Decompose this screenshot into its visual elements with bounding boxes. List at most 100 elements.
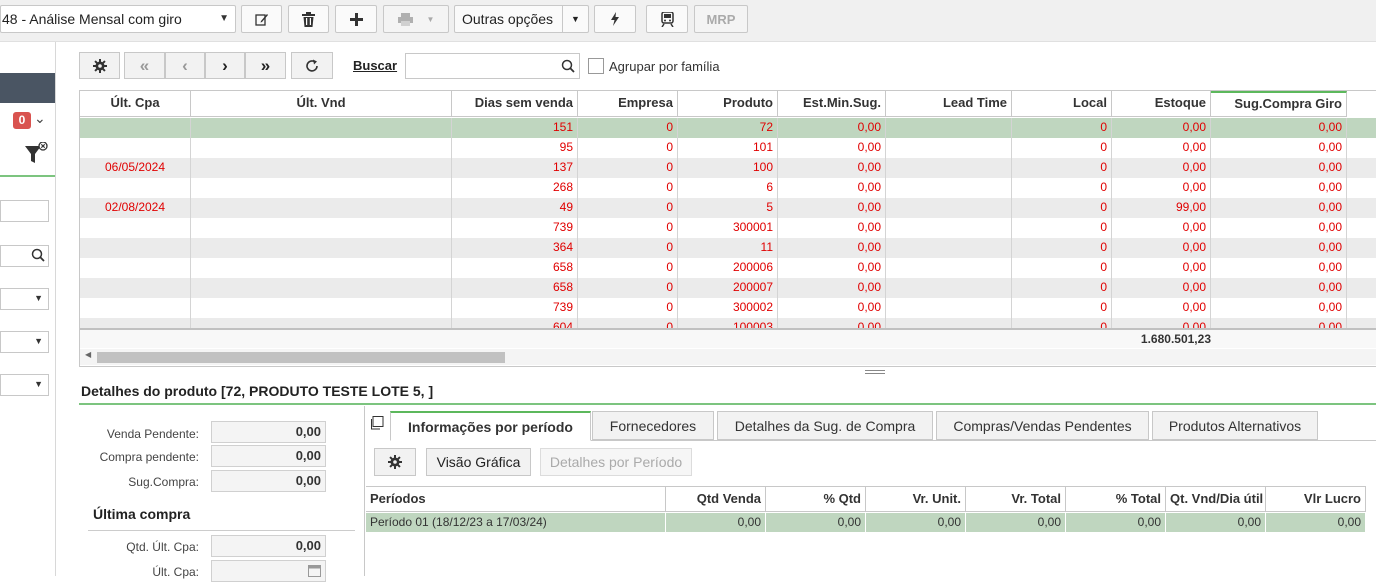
tab-pending-orders[interactable]: Compras/Vendas Pendentes xyxy=(936,411,1149,440)
delete-button[interactable] xyxy=(288,5,329,33)
copy-icon[interactable] xyxy=(369,416,384,431)
column-header[interactable]: Estoque xyxy=(1112,91,1211,117)
table-row[interactable]: 06/05/2024 137 0 100 0,00 0 0,00 0,00 xyxy=(80,158,1376,178)
edit-icon xyxy=(254,14,268,26)
panel-splitter[interactable] xyxy=(79,366,1376,378)
table-cell: 0,00 xyxy=(1112,318,1211,328)
filter-search-field[interactable] xyxy=(0,245,49,267)
add-button[interactable] xyxy=(335,5,377,33)
search-icon[interactable] xyxy=(561,59,575,73)
filter-text-field[interactable] xyxy=(0,200,49,222)
column-header[interactable]: % Qtd xyxy=(766,487,866,512)
table-row[interactable]: 604 0 100003 0,00 0 0,00 0,00 xyxy=(80,318,1376,328)
column-header[interactable]: Dias sem venda xyxy=(452,91,578,117)
table-cell: 200006 xyxy=(678,258,778,278)
chevron-down-icon: ▼ xyxy=(219,13,229,24)
horizontal-scrollbar[interactable]: ◀ xyxy=(80,349,1376,365)
mrp-button[interactable]: MRP xyxy=(694,5,748,33)
table-cell: 658 xyxy=(452,278,578,298)
table-cell: 72 xyxy=(678,118,778,138)
table-cell: 0,00 xyxy=(1112,118,1211,138)
table-cell: 0 xyxy=(578,258,678,278)
column-header[interactable]: Empresa xyxy=(578,91,678,117)
other-options-button[interactable]: Outras opções ▼ xyxy=(454,5,589,33)
table-cell xyxy=(191,118,452,138)
column-header[interactable]: Local xyxy=(1012,91,1112,117)
train-button[interactable] xyxy=(646,5,688,33)
period-details-button[interactable]: Detalhes por Período xyxy=(540,448,692,476)
column-header[interactable]: % Total xyxy=(1066,487,1166,512)
scrollbar-thumb[interactable] xyxy=(97,352,505,363)
table-cell xyxy=(191,178,452,198)
view-select[interactable]: 48 - Análise Mensal com giro ▼ xyxy=(0,5,236,33)
grid-settings-button[interactable] xyxy=(79,52,120,79)
last-purchase-date-field[interactable] xyxy=(211,560,326,582)
chart-view-button[interactable]: Visão Gráfica xyxy=(426,448,531,476)
pending-purchase-field[interactable]: 0,00 xyxy=(211,445,326,467)
table-row[interactable]: 02/08/2024 49 0 5 0,00 0 99,00 0,00 xyxy=(80,198,1376,218)
calendar-icon[interactable] xyxy=(308,564,321,577)
column-header[interactable]: Vlr Lucro xyxy=(1266,487,1366,512)
table-row[interactable]: 658 0 200007 0,00 0 0,00 0,00 xyxy=(80,278,1376,298)
column-header[interactable]: Lead Time xyxy=(886,91,1012,117)
tab-suppliers[interactable]: Fornecedores xyxy=(592,411,714,440)
column-header[interactable]: Últ. Vnd xyxy=(191,91,452,117)
table-row[interactable]: 268 0 6 0,00 0 0,00 0,00 xyxy=(80,178,1376,198)
next-page-button[interactable]: › xyxy=(205,52,245,79)
column-header[interactable]: Vr. Unit. xyxy=(866,487,966,512)
table-cell xyxy=(886,238,1012,258)
table-row[interactable]: 739 0 300001 0,00 0 0,00 0,00 xyxy=(80,218,1376,238)
period-settings-button[interactable] xyxy=(374,448,416,476)
table-cell xyxy=(191,218,452,238)
printer-icon xyxy=(397,12,413,26)
filter-icon[interactable] xyxy=(24,141,48,171)
table-cell xyxy=(1347,258,1376,278)
grid-search-input[interactable] xyxy=(405,53,580,79)
tab-period-info[interactable]: Informações por período xyxy=(390,411,591,441)
table-cell xyxy=(1347,278,1376,298)
column-header[interactable]: Últ. Cpa xyxy=(80,91,191,117)
table-row[interactable]: 739 0 300002 0,00 0 0,00 0,00 xyxy=(80,298,1376,318)
splitter-grip-icon[interactable] xyxy=(865,370,885,374)
chevron-down-icon[interactable]: ⌄ xyxy=(34,110,46,127)
refresh-button[interactable] xyxy=(291,52,333,79)
pending-sale-field[interactable]: 0,00 xyxy=(211,421,326,443)
filter-select-1[interactable]: ▼ xyxy=(0,288,49,310)
tab-purchase-suggestion-details[interactable]: Detalhes da Sug. de Compra xyxy=(717,411,933,440)
table-cell xyxy=(886,258,1012,278)
table-cell: 0,00 xyxy=(1112,298,1211,318)
column-header[interactable]: Qtd Venda xyxy=(666,487,766,512)
table-cell xyxy=(886,138,1012,158)
table-cell: 6 xyxy=(678,178,778,198)
quick-action-button[interactable] xyxy=(594,5,636,33)
table-cell: 0 xyxy=(1012,138,1112,158)
table-cell: 0 xyxy=(1012,258,1112,278)
previous-page-button[interactable]: ‹ xyxy=(165,52,205,79)
last-purchase-qty-field[interactable]: 0,00 xyxy=(211,535,326,557)
table-row[interactable]: Período 01 (18/12/23 a 17/03/24) 0,00 0,00… xyxy=(366,513,1366,532)
pending-purchase-label: Compra pendente: xyxy=(99,450,199,464)
table-cell: 658 xyxy=(452,258,578,278)
suggested-purchase-field[interactable]: 0,00 xyxy=(211,470,326,492)
table-row[interactable]: 95 0 101 0,00 0 0,00 0,00 xyxy=(80,138,1376,158)
column-header[interactable]: Sug.Compra Giro xyxy=(1211,91,1347,117)
first-page-button[interactable]: « xyxy=(124,52,165,79)
column-header[interactable]: Vr. Total xyxy=(966,487,1066,512)
table-row[interactable]: 658 0 200006 0,00 0 0,00 0,00 xyxy=(80,258,1376,278)
search-link[interactable]: Buscar xyxy=(353,58,397,73)
filter-select-3[interactable]: ▼ xyxy=(0,374,49,396)
table-row[interactable]: 151 0 72 0,00 0 0,00 0,00 xyxy=(80,118,1376,138)
column-header[interactable]: Est.Min.Sug. xyxy=(778,91,886,117)
column-header[interactable]: Períodos xyxy=(366,487,666,512)
column-header[interactable]: Qt. Vnd/Dia útil xyxy=(1166,487,1266,512)
last-page-button[interactable]: » xyxy=(245,52,286,79)
edit-button[interactable] xyxy=(241,5,282,33)
scroll-left-icon[interactable]: ◀ xyxy=(85,350,91,359)
group-by-family-checkbox[interactable] xyxy=(588,58,604,74)
tab-alternative-products[interactable]: Produtos Alternativos xyxy=(1152,411,1318,440)
table-row[interactable]: 364 0 11 0,00 0 0,00 0,00 xyxy=(80,238,1376,258)
column-header[interactable]: Produto xyxy=(678,91,778,117)
filter-select-2[interactable]: ▼ xyxy=(0,331,49,353)
print-button[interactable]: ▼ xyxy=(383,5,449,33)
table-cell: 0 xyxy=(578,218,678,238)
